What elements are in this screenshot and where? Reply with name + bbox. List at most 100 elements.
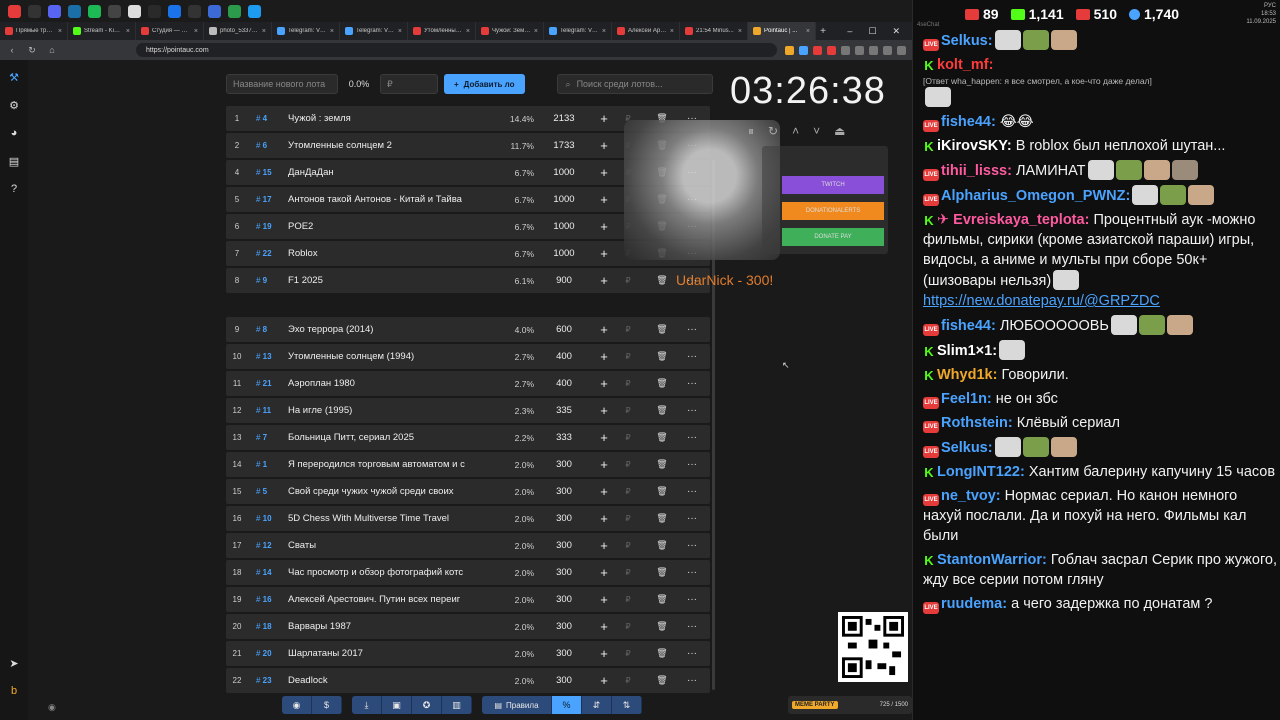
- lot-name[interactable]: Свой среди чужих чужой среди своих: [288, 486, 486, 497]
- ruble-icon[interactable]: ₽: [614, 595, 642, 604]
- pause-icon[interactable]: ⏸: [748, 124, 754, 139]
- lot-name[interactable]: Аэроплан 1980: [288, 378, 486, 389]
- browser-tab[interactable]: Stream - Kick D...×: [68, 22, 136, 40]
- lot-amount[interactable]: 300: [534, 567, 594, 578]
- close-icon[interactable]: ×: [806, 28, 810, 35]
- close-icon[interactable]: ×: [738, 28, 742, 35]
- lot-amount[interactable]: 300: [534, 621, 594, 632]
- add-lot-button[interactable]: + Добавить ло: [444, 74, 525, 94]
- lot-amount[interactable]: 1000: [534, 221, 594, 232]
- new-tab-icon[interactable]: +: [816, 26, 830, 37]
- auction-icon[interactable]: ⚒: [7, 70, 21, 84]
- app-icon[interactable]: [188, 4, 201, 18]
- chat-username[interactable]: Slim1×1:: [937, 343, 997, 359]
- close-icon[interactable]: ×: [58, 28, 62, 35]
- lot-name[interactable]: Roblox: [288, 248, 486, 259]
- ruble-icon[interactable]: ₽: [614, 379, 642, 388]
- browser-tab[interactable]: 21:54 Minus... ×: [680, 22, 748, 40]
- extension-icon[interactable]: [869, 45, 878, 55]
- clear-icon[interactable]: ▥: [442, 696, 472, 714]
- extension-icon[interactable]: [813, 45, 822, 55]
- lot-name[interactable]: POE2: [288, 221, 486, 232]
- help-icon[interactable]: ?: [7, 182, 21, 196]
- lot-amount[interactable]: 900: [534, 275, 594, 286]
- lot-name[interactable]: Варвары 1987: [288, 621, 486, 632]
- ruble-icon[interactable]: ₽: [614, 514, 642, 523]
- lot-name[interactable]: Алексей Арестович. Путин всех переиг: [288, 594, 486, 605]
- ruble-icon[interactable]: ₽: [614, 352, 642, 361]
- app-icon[interactable]: [228, 4, 241, 18]
- browser-tab[interactable]: Алексей Арест...×: [612, 22, 680, 40]
- chat-username[interactable]: ✈ Evreiskaya_teplota:: [937, 212, 1089, 228]
- delete-icon[interactable]: 🗑: [642, 594, 682, 605]
- lot-name[interactable]: Час просмотр и обзор фотографий котс: [288, 567, 486, 578]
- obs-icon[interactable]: [148, 4, 161, 18]
- maximize-icon[interactable]: ☐: [868, 26, 876, 37]
- home-icon[interactable]: ⌂: [46, 45, 58, 55]
- lot-amount[interactable]: 335: [534, 405, 594, 416]
- more-icon[interactable]: ···: [682, 675, 702, 686]
- lot-amount[interactable]: 300: [534, 486, 594, 497]
- add-to-lot-icon[interactable]: +: [594, 457, 614, 472]
- close-icon[interactable]: ×: [670, 28, 674, 35]
- browser-tab[interactable]: Telegram: View...×: [340, 22, 408, 40]
- discord-icon[interactable]: [48, 4, 61, 18]
- lot-name[interactable]: Чужой : земля: [288, 113, 486, 124]
- add-to-lot-icon[interactable]: +: [594, 430, 614, 445]
- chat-username[interactable]: Feel1n:: [941, 391, 992, 407]
- add-to-lot-icon[interactable]: +: [594, 511, 614, 526]
- chat-username[interactable]: LongINT122:: [937, 464, 1025, 480]
- browser-tab[interactable]: Telegram: View...×: [272, 22, 340, 40]
- sort-icon[interactable]: ⇅: [612, 696, 642, 714]
- add-to-lot-icon[interactable]: +: [594, 538, 614, 553]
- extension-icon[interactable]: [827, 45, 836, 55]
- browser-tab[interactable]: photo_533702...×: [204, 22, 272, 40]
- lot-name[interactable]: ДанДаДан: [288, 167, 486, 178]
- lot-amount[interactable]: 333: [534, 432, 594, 443]
- save-icon[interactable]: ▣: [382, 696, 412, 714]
- browser-tab[interactable]: Pointauc | ... ×: [748, 22, 816, 40]
- delete-icon[interactable]: 🗑: [642, 675, 682, 686]
- close-icon[interactable]: ×: [262, 28, 266, 35]
- add-to-lot-icon[interactable]: +: [594, 322, 614, 337]
- add-to-lot-icon[interactable]: +: [594, 349, 614, 364]
- add-to-lot-icon[interactable]: +: [594, 376, 614, 391]
- ruble-icon[interactable]: ₽: [614, 433, 642, 442]
- lot-name-input[interactable]: Название нового лота: [226, 74, 338, 94]
- more-icon[interactable]: ···: [682, 513, 702, 524]
- lot-name[interactable]: Антонов такой Антонов - Китай и Тайва: [288, 194, 486, 205]
- more-icon[interactable]: ···: [682, 351, 702, 362]
- extension-icon[interactable]: [855, 45, 864, 55]
- chat-username[interactable]: fishe44:: [941, 318, 996, 334]
- app-icon[interactable]: [28, 4, 41, 18]
- app-icon[interactable]: [208, 4, 221, 18]
- extension-icon[interactable]: [841, 45, 850, 55]
- more-icon[interactable]: ···: [682, 594, 702, 605]
- ruble-icon[interactable]: ₽: [614, 649, 642, 658]
- browser-tab[interactable]: Утомленные с...×: [408, 22, 476, 40]
- lot-amount[interactable]: 300: [534, 513, 594, 524]
- history-icon[interactable]: ▤: [7, 154, 21, 168]
- add-to-lot-icon[interactable]: +: [594, 673, 614, 688]
- close-icon[interactable]: ×: [126, 28, 130, 35]
- add-to-lot-icon[interactable]: +: [594, 138, 614, 153]
- lot-amount[interactable]: 1733: [534, 140, 594, 151]
- lot-amount[interactable]: 300: [534, 459, 594, 470]
- lot-name[interactable]: Я переродился торговым автоматом и с: [288, 459, 486, 470]
- percent-toggle[interactable]: %: [552, 696, 582, 714]
- delete-icon[interactable]: 🗑: [642, 621, 682, 632]
- github-icon[interactable]: ◉: [282, 696, 312, 714]
- search-lots-input[interactable]: ⌕ Поиск среди лотов...: [556, 74, 713, 94]
- rules-button[interactable]: ▤ Правила: [482, 696, 552, 714]
- more-icon[interactable]: ···: [682, 540, 702, 551]
- add-to-lot-icon[interactable]: +: [594, 592, 614, 607]
- donate-icon[interactable]: $: [312, 696, 342, 714]
- delete-icon[interactable]: 🗑: [642, 324, 682, 335]
- reset-icon[interactable]: ↻: [768, 124, 778, 139]
- donatepay-button[interactable]: DONATE PAY: [782, 228, 884, 246]
- chat-username[interactable]: iKirovSKY:: [937, 138, 1012, 154]
- app-icon[interactable]: [168, 4, 181, 18]
- lot-name[interactable]: На игле (1995): [288, 405, 486, 416]
- more-icon[interactable]: ···: [682, 567, 702, 578]
- ruble-icon[interactable]: ₽: [614, 276, 642, 285]
